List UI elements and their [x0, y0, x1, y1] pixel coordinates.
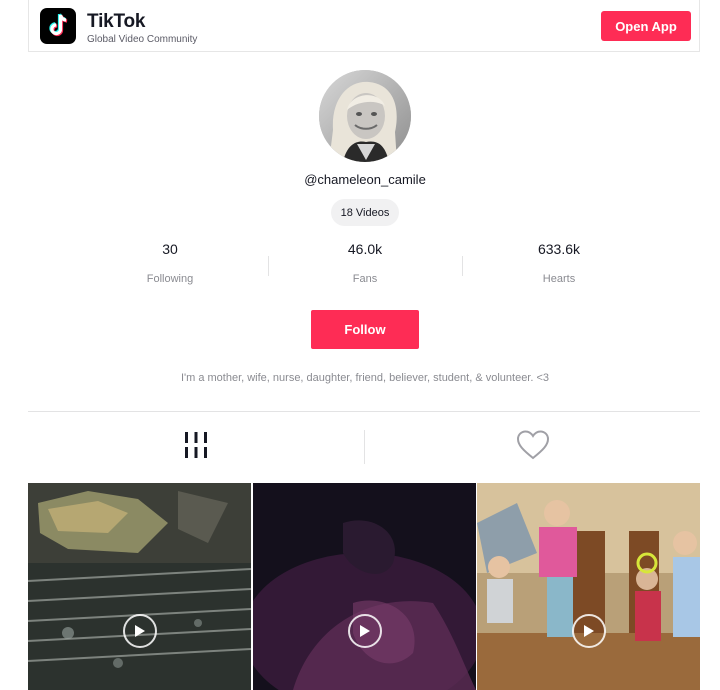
stat-value: 633.6k — [537, 241, 581, 257]
brand-tagline: Global Video Community — [87, 34, 198, 45]
stat-divider — [268, 256, 269, 276]
tab-liked[interactable] — [365, 413, 700, 481]
tiktok-logo-icon — [40, 8, 76, 44]
profile-bio: I'm a mother, wife, nurse, daughter, fri… — [180, 372, 550, 384]
video-thumbnail[interactable] — [28, 483, 251, 690]
heart-icon — [515, 429, 551, 466]
open-app-button[interactable]: Open App — [601, 11, 691, 41]
stat-following: 30 Following — [110, 241, 230, 285]
stat-label: Following — [146, 273, 194, 285]
app-banner: TikTok Global Video Community Open App — [28, 0, 700, 52]
play-icon — [571, 614, 606, 648]
video-grid — [28, 483, 700, 690]
video-thumbnail[interactable] — [477, 483, 700, 690]
profile-username: @chameleon_camile — [304, 172, 426, 187]
stat-hearts: 633.6k Hearts — [499, 241, 619, 285]
stat-divider — [462, 256, 463, 276]
stat-value: 46.0k — [347, 241, 383, 257]
tab-videos[interactable] — [28, 413, 363, 481]
brand-name: TikTok — [87, 11, 146, 32]
stat-label: Fans — [352, 273, 378, 285]
divider — [28, 411, 700, 412]
follow-button[interactable]: Follow — [311, 310, 419, 349]
stat-value: 30 — [162, 241, 178, 257]
avatar — [319, 70, 411, 162]
play-icon — [122, 614, 157, 648]
videos-count-badge: 18 Videos — [331, 199, 399, 226]
video-thumbnail[interactable] — [253, 483, 476, 690]
videos-grid-icon — [182, 430, 210, 465]
play-icon — [347, 614, 382, 648]
stat-label: Hearts — [542, 273, 576, 285]
stat-fans: 46.0k Fans — [305, 241, 425, 285]
